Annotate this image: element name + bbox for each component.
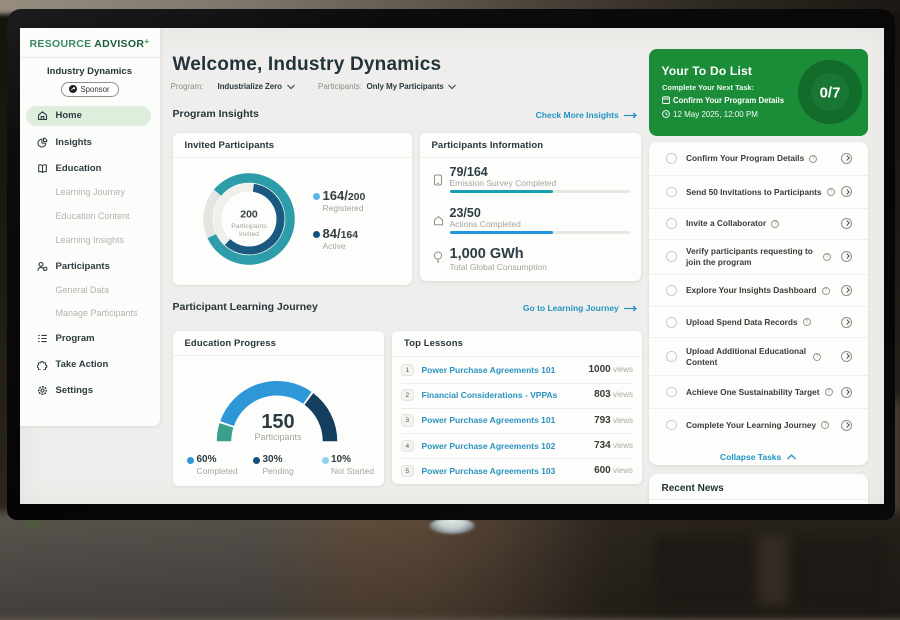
svg-text:Participants: Participants	[231, 223, 267, 230]
svg-text:Invited: Invited	[238, 231, 258, 238]
svg-text:200: 200	[240, 208, 258, 220]
svg-text:0/7: 0/7	[819, 85, 840, 102]
